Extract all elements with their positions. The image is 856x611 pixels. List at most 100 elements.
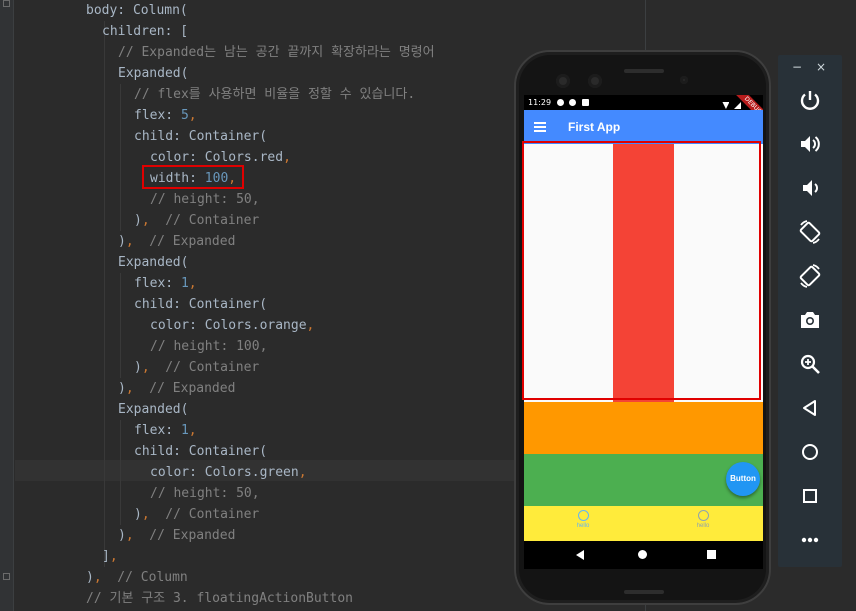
code-comment: // Expanded <box>133 234 236 249</box>
system-recents-icon[interactable] <box>707 550 716 559</box>
code-line[interactable]: children: [ <box>102 21 188 42</box>
alarm-icon <box>577 510 589 521</box>
code-line[interactable]: ], <box>102 546 118 567</box>
code-line[interactable]: ), // Container <box>134 210 259 231</box>
code-line[interactable]: ), // Expanded <box>118 231 235 252</box>
code-comment: // height: 50, <box>150 486 260 501</box>
code-line[interactable]: flex: 1, <box>134 273 197 294</box>
back-button[interactable] <box>794 392 826 424</box>
code-token: 1 <box>180 276 189 291</box>
code-line[interactable]: color: Colors.green, <box>150 462 307 483</box>
system-home-icon[interactable] <box>638 550 647 559</box>
editor-gutter <box>0 0 14 611</box>
wifi-icon <box>722 102 730 109</box>
emulator-window-controls: − × <box>778 55 842 79</box>
volume-down-button[interactable] <box>794 172 826 204</box>
rotate-left-button[interactable] <box>794 216 826 248</box>
volume-up-button[interactable] <box>794 128 826 160</box>
code-token: color: Colors.red <box>150 150 284 165</box>
settings-status-icon <box>556 99 564 106</box>
code-token: Expanded( <box>118 66 189 81</box>
fold-marker[interactable] <box>3 573 10 580</box>
nav-item-hello-1[interactable]: hello <box>563 510 603 529</box>
width-highlight-box <box>142 165 244 189</box>
code-line[interactable]: Expanded( <box>118 399 188 420</box>
bottom-navigation-bar: hello hello <box>524 506 763 541</box>
code-token: ) <box>118 528 126 543</box>
code-comment: // Expanded <box>133 528 236 543</box>
overview-button[interactable] <box>794 480 826 512</box>
code-token: , <box>141 507 150 522</box>
close-button[interactable]: × <box>816 60 826 74</box>
code-token: ) <box>118 234 126 249</box>
code-line[interactable]: // flex를 사용하면 비율을 정할 수 있습니다. <box>134 84 415 105</box>
code-token: , <box>125 528 134 543</box>
code-line[interactable]: flex: 1, <box>134 420 197 441</box>
code-token: child: Container( <box>134 129 268 144</box>
code-line[interactable]: ), // Container <box>134 357 259 378</box>
code-token: , <box>109 549 118 564</box>
floating-action-button[interactable]: Button <box>726 462 760 496</box>
zoom-icon <box>800 354 820 374</box>
code-line[interactable]: child: Container( <box>134 441 267 462</box>
orange-container <box>524 402 763 454</box>
screenshot-button[interactable] <box>794 304 826 336</box>
code-line[interactable]: flex: 5, <box>134 105 197 126</box>
code-token: , <box>298 465 307 480</box>
status-bar: 11:29 DEBUG <box>524 95 763 125</box>
code-line[interactable]: // height: 50, <box>150 189 260 210</box>
code-token: 1 <box>180 423 189 438</box>
code-line[interactable]: child: Container( <box>134 294 267 315</box>
code-token: ) <box>134 507 142 522</box>
power-button[interactable] <box>794 84 826 116</box>
code-line[interactable]: ), // Expanded <box>118 525 235 546</box>
zoom-button[interactable] <box>794 348 826 380</box>
app-title: First App <box>568 120 621 134</box>
code-token: ) <box>134 213 142 228</box>
code-line[interactable]: body: Column( <box>86 0 188 21</box>
code-comment: // Container <box>149 213 260 228</box>
code-token: color: Colors.green <box>150 465 299 480</box>
code-line[interactable]: child: Container( <box>134 126 267 147</box>
fold-marker[interactable] <box>3 0 10 7</box>
indent-guide <box>120 84 121 231</box>
code-line[interactable]: ), // Column <box>86 567 188 588</box>
code-line[interactable]: ), // Container <box>134 504 259 525</box>
red-expanded-highlight-box <box>522 141 761 400</box>
home-button[interactable] <box>794 436 826 468</box>
code-comment: // Container <box>149 360 260 375</box>
system-navigation-bar <box>524 541 763 569</box>
code-token: ) <box>86 570 94 585</box>
code-line[interactable]: Expanded( <box>118 252 188 273</box>
code-token: , <box>141 213 150 228</box>
rotate-right-icon <box>799 264 821 288</box>
code-comment: // Container <box>149 507 260 522</box>
rotate-right-button[interactable] <box>794 260 826 292</box>
nav-item-hello-2[interactable]: hello <box>683 510 723 529</box>
camera-icon <box>801 312 819 328</box>
code-line[interactable]: color: Colors.orange, <box>150 315 314 336</box>
code-token: , <box>125 234 134 249</box>
volume-up-icon <box>801 136 820 152</box>
code-line[interactable]: ), // Expanded <box>118 378 235 399</box>
code-token: , <box>306 318 315 333</box>
code-token: , <box>93 570 102 585</box>
code-line[interactable]: // 기본 구조 3. floatingActionButton <box>86 588 353 609</box>
more-icon <box>801 537 819 543</box>
front-camera <box>556 74 570 88</box>
code-line[interactable]: // height: 100, <box>150 336 267 357</box>
code-token: child: Container( <box>134 297 268 312</box>
menu-icon[interactable] <box>534 122 546 132</box>
code-line[interactable]: // Expanded는 남는 공간 끝까지 확장하라는 명령어 <box>118 42 435 63</box>
minimize-button[interactable]: − <box>792 60 802 74</box>
code-token: ) <box>118 381 126 396</box>
code-token: body: Column( <box>86 3 188 18</box>
nav-item-label: hello <box>576 523 590 529</box>
phone-speaker <box>624 69 664 73</box>
code-token: child: Container( <box>134 444 268 459</box>
system-back-icon[interactable] <box>576 550 584 560</box>
code-line[interactable]: // height: 50, <box>150 483 260 504</box>
code-line[interactable]: Expanded( <box>118 63 188 84</box>
more-button[interactable] <box>794 524 826 556</box>
nav-item-label: hello <box>696 523 710 529</box>
